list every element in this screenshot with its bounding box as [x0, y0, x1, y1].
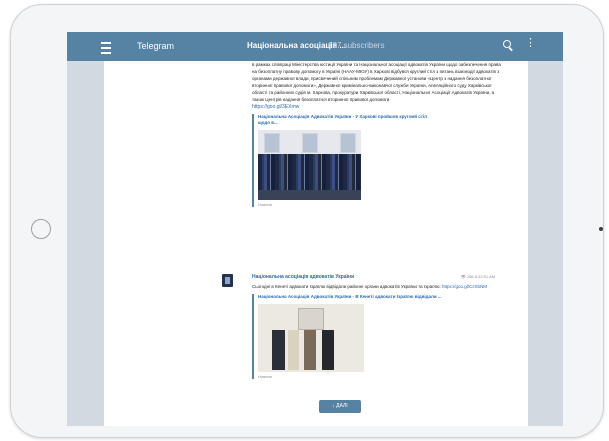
tablet-frame: Telegram Національна асоціація ... 187 s…	[10, 4, 604, 438]
telegram-screen: Telegram Національна асоціація ... 187 s…	[67, 32, 563, 426]
menu-icon[interactable]	[101, 42, 111, 54]
app-name: Telegram	[137, 41, 175, 51]
preview-title[interactable]: Національна Асоціація Адвокатів України …	[258, 114, 438, 126]
message-link[interactable]: https://goo.gl/CzXbNM	[442, 284, 487, 289]
preview-photo[interactable]	[258, 304, 364, 372]
message-item: в рамках співпраці Міністерства юстиції …	[252, 61, 502, 207]
message-meta: 👁 286 8:32:51 AM	[460, 274, 495, 279]
more-vert-icon[interactable]: ⋮	[525, 38, 536, 49]
message-link[interactable]: https://goo.gl/3EXmw	[252, 104, 502, 110]
message-list: в рамках співпраці Міністерства юстиції …	[104, 61, 528, 426]
avatar[interactable]	[222, 274, 233, 287]
message-body: в рамках співпраці Міністерства юстиції …	[252, 62, 501, 102]
camera-dot	[599, 227, 603, 231]
link-preview[interactable]: Національна Асоціація Адвокатів України …	[252, 114, 438, 207]
link-preview[interactable]: Національна Асоціація Адвокатів України …	[252, 294, 458, 379]
photo-caption: Новини	[258, 374, 272, 379]
chat-subtitle: 187 subscribers	[328, 41, 385, 50]
message-body: Сьогодні в Кенеті адвокати Ізраїлю відві…	[252, 284, 488, 289]
app-bar: Telegram Національна асоціація ... 187 s…	[67, 32, 563, 61]
home-button[interactable]	[31, 219, 51, 239]
preview-photo[interactable]	[258, 130, 361, 200]
photo-caption: Новини	[258, 202, 272, 207]
preview-title[interactable]: Національна Асоціація Адвокатів України …	[258, 294, 458, 300]
scroll-down-button[interactable]: ↓ ДАЛІ	[319, 400, 361, 413]
search-icon[interactable]	[503, 40, 511, 48]
